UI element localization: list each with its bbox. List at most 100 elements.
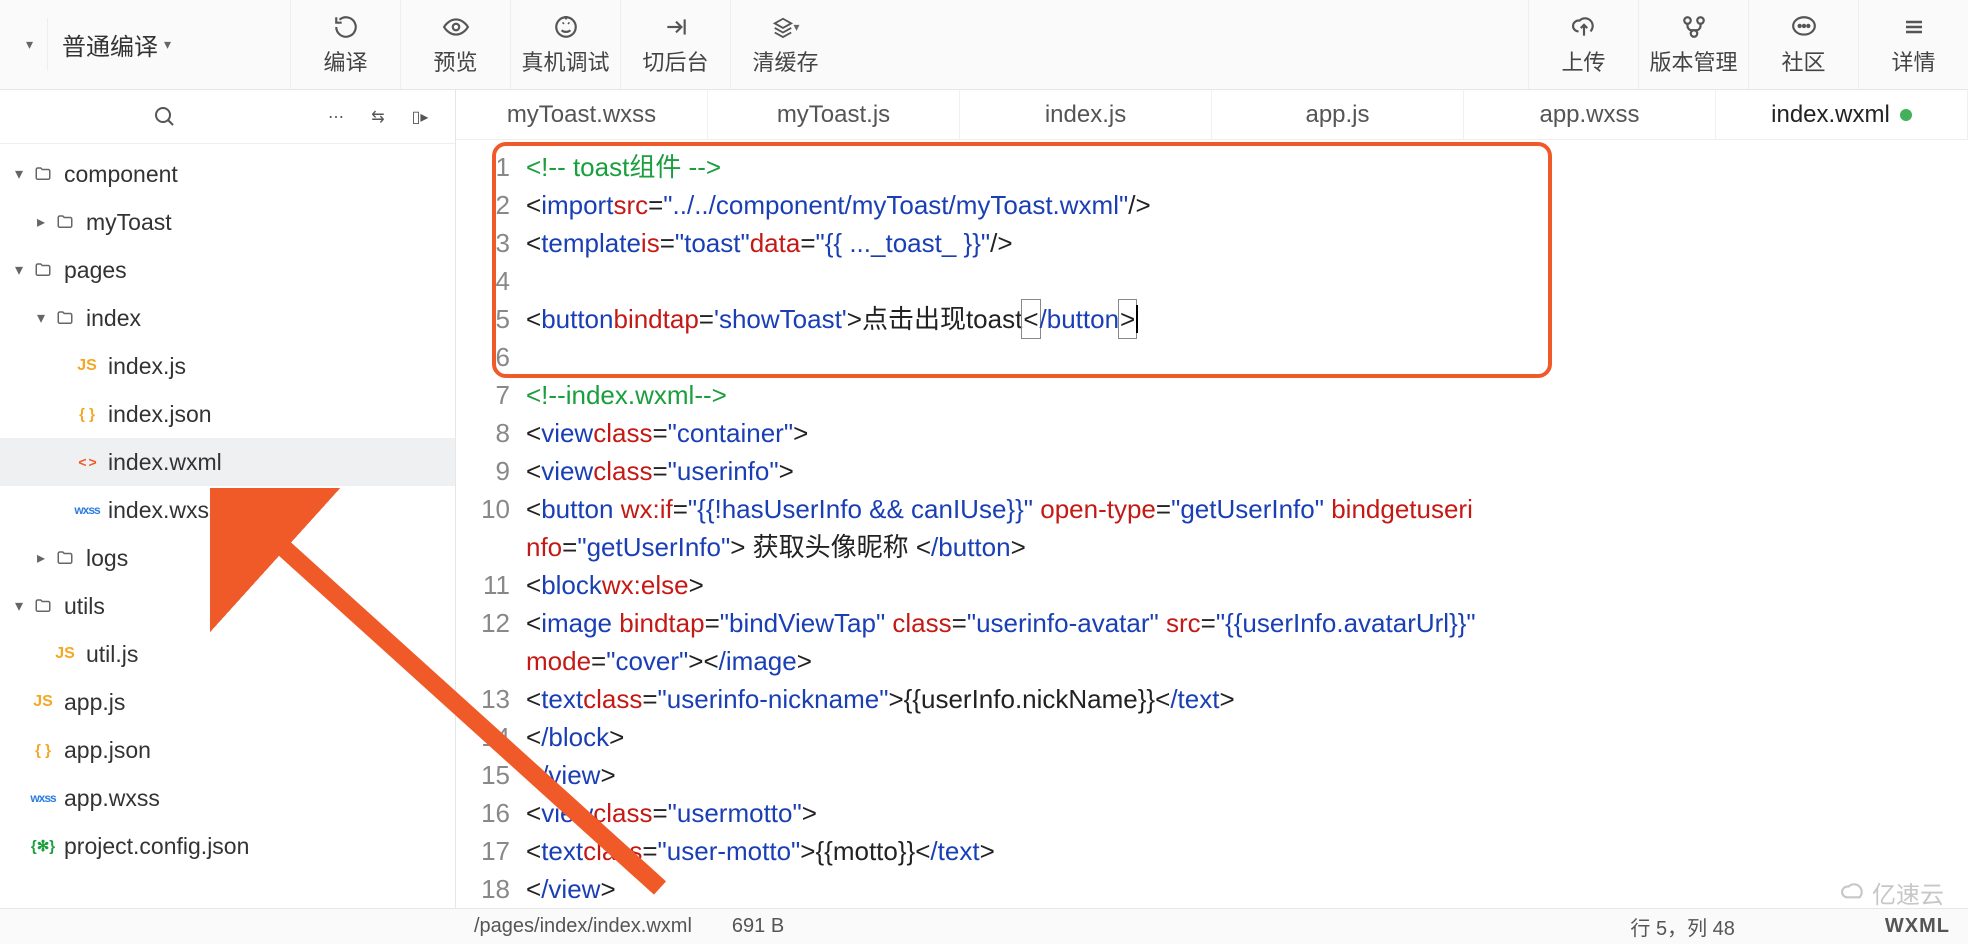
chevron-icon: ▾: [8, 164, 30, 184]
community-icon: [1790, 13, 1818, 41]
file-type-icon: JS: [52, 645, 78, 663]
file-app-json[interactable]: { } app.json: [0, 726, 455, 774]
tab-label: index.wxml: [1771, 101, 1890, 129]
folder-myToast[interactable]: ▸myToast: [0, 198, 455, 246]
folder-icon: [52, 213, 78, 231]
toolbar-vcs-button[interactable]: 版本管理: [1638, 0, 1748, 89]
file-index-js[interactable]: JS index.js: [0, 342, 455, 390]
upload-icon: [1570, 13, 1598, 41]
file-type-icon: wxss: [30, 791, 56, 805]
tree-label: index.js: [108, 353, 186, 380]
status-path: /pages/index/index.wxml: [474, 915, 692, 938]
toolbar: ▾ 普通编译 ▾ 编译预览真机调试切后台 ▾清缓存 上传版本管理社区详情: [0, 0, 1968, 90]
real-icon: [552, 13, 580, 41]
preview-icon: [442, 13, 470, 41]
compile-icon: [332, 13, 360, 41]
tab-app-js[interactable]: app.js: [1212, 90, 1464, 139]
editor-area: myToast.wxss myToast.js index.js app.js app.…: [456, 90, 1968, 908]
modified-dot-icon: [1900, 109, 1912, 121]
file-type-icon: JS: [74, 357, 100, 375]
folder-logs[interactable]: ▸ logs: [0, 534, 455, 582]
panel-toggle-icon[interactable]: ▯▸: [399, 107, 441, 127]
file-tree: ▾component▸myToast▾pages▾indexJSindex.js…: [0, 144, 455, 908]
file-type-icon: wxss: [74, 503, 100, 517]
chevron-icon: ▾: [8, 596, 30, 616]
folder-pages[interactable]: ▾ pages: [0, 246, 455, 294]
toolbar-preview-button[interactable]: 预览: [400, 0, 510, 89]
status-bar: /pages/index/index.wxml 691 B 行 5，列 48 W…: [0, 908, 1968, 944]
tree-label: logs: [86, 545, 128, 572]
folder-index[interactable]: ▾ index: [0, 294, 455, 342]
tree-label: pages: [64, 257, 127, 284]
tab-app-wxss[interactable]: app.wxss: [1464, 90, 1716, 139]
tree-label: util.js: [86, 641, 138, 668]
tab-label: myToast.js: [777, 101, 890, 129]
tree-label: component: [64, 161, 178, 188]
vcs-icon: [1680, 13, 1708, 41]
folder-icon: [52, 309, 78, 327]
tree-label: index.json: [108, 401, 212, 428]
folder-icon: [30, 261, 56, 279]
toolbar-upload-button[interactable]: 上传: [1528, 0, 1638, 89]
folder-utils[interactable]: ▾ utils: [0, 582, 455, 630]
tab-myToast-js[interactable]: myToast.js: [708, 90, 960, 139]
tree-label: index: [86, 305, 141, 332]
tree-label: app.json: [64, 737, 151, 764]
file-type-icon: {✻}: [30, 837, 56, 855]
file-index-json[interactable]: { } index.json: [0, 390, 455, 438]
clear-icon: ▾: [772, 13, 800, 41]
folder-icon: [30, 165, 56, 183]
chevron-down-icon: ▾: [164, 36, 171, 53]
tree-label: index.wxss: [108, 497, 220, 524]
tree-label: utils: [64, 593, 105, 620]
file-util-js[interactable]: JS util.js: [0, 630, 455, 678]
file-index-wxss[interactable]: wxss index.wxss: [0, 486, 455, 534]
tab-label: myToast.wxss: [507, 101, 656, 129]
folder-icon: [52, 549, 78, 567]
compile-mode-label: 普通编译: [62, 27, 158, 62]
bg-icon: [662, 13, 690, 41]
folder-component[interactable]: ▾ component: [0, 150, 455, 198]
status-cursor: 行 5，列 48: [1630, 912, 1734, 941]
file-type-icon: < >: [74, 454, 100, 470]
tab-label: app.js: [1305, 101, 1369, 129]
more-icon[interactable]: ⋯: [315, 107, 357, 127]
tab-myToast-wxss[interactable]: myToast.wxss: [456, 90, 708, 139]
tree-label: myToast: [86, 209, 172, 236]
toolbar-compile-button[interactable]: 编译: [290, 0, 400, 89]
file-type-icon: JS: [30, 693, 56, 711]
dropdown-unknown[interactable]: ▾: [12, 30, 47, 59]
tab-index-js[interactable]: index.js: [960, 90, 1212, 139]
file-app-wxss[interactable]: wxss app.wxss: [0, 774, 455, 822]
toolbar-clear-button[interactable]: ▾清缓存: [730, 0, 840, 89]
watermark: 亿速云: [1840, 875, 1944, 910]
tree-label: app.wxss: [64, 785, 160, 812]
file-app-js[interactable]: JS app.js: [0, 678, 455, 726]
toolbar-detail-button[interactable]: 详情: [1858, 0, 1968, 89]
code-editor[interactable]: 123456789101112131415161718 <!-- toast组件…: [456, 140, 1968, 908]
compile-mode-dropdown[interactable]: 普通编译 ▾: [48, 21, 278, 68]
gutter: 123456789101112131415161718: [456, 148, 526, 908]
chevron-icon: ▸: [30, 548, 52, 568]
file-type-icon: { }: [30, 742, 56, 759]
chevron-icon: ▾: [8, 260, 30, 280]
tab-index-wxml[interactable]: index.wxml: [1716, 90, 1968, 139]
chevron-icon: ▾: [30, 308, 52, 328]
file-project-config-json[interactable]: {✻} project.config.json: [0, 822, 455, 870]
search-icon[interactable]: [14, 105, 315, 129]
toolbar-bg-button[interactable]: 切后台: [620, 0, 730, 89]
file-index-wxml[interactable]: < >index.wxml: [0, 438, 455, 486]
toolbar-real-button[interactable]: 真机调试: [510, 0, 620, 89]
file-type-icon: { }: [74, 406, 100, 423]
collapse-icon[interactable]: ⇆: [357, 107, 399, 127]
tree-label: app.js: [64, 689, 125, 716]
toolbar-community-button[interactable]: 社区: [1748, 0, 1858, 89]
folder-icon: [30, 597, 56, 615]
tab-label: index.js: [1045, 101, 1126, 129]
editor-tabs: myToast.wxss myToast.js index.js app.js app.…: [456, 90, 1968, 140]
tab-label: app.wxss: [1539, 101, 1639, 129]
status-lang: WXML: [1885, 915, 1950, 938]
tree-label: project.config.json: [64, 833, 249, 860]
status-size: 691 B: [732, 915, 784, 938]
code-content[interactable]: <!-- toast组件 --><import src="../../compo…: [526, 148, 1968, 908]
